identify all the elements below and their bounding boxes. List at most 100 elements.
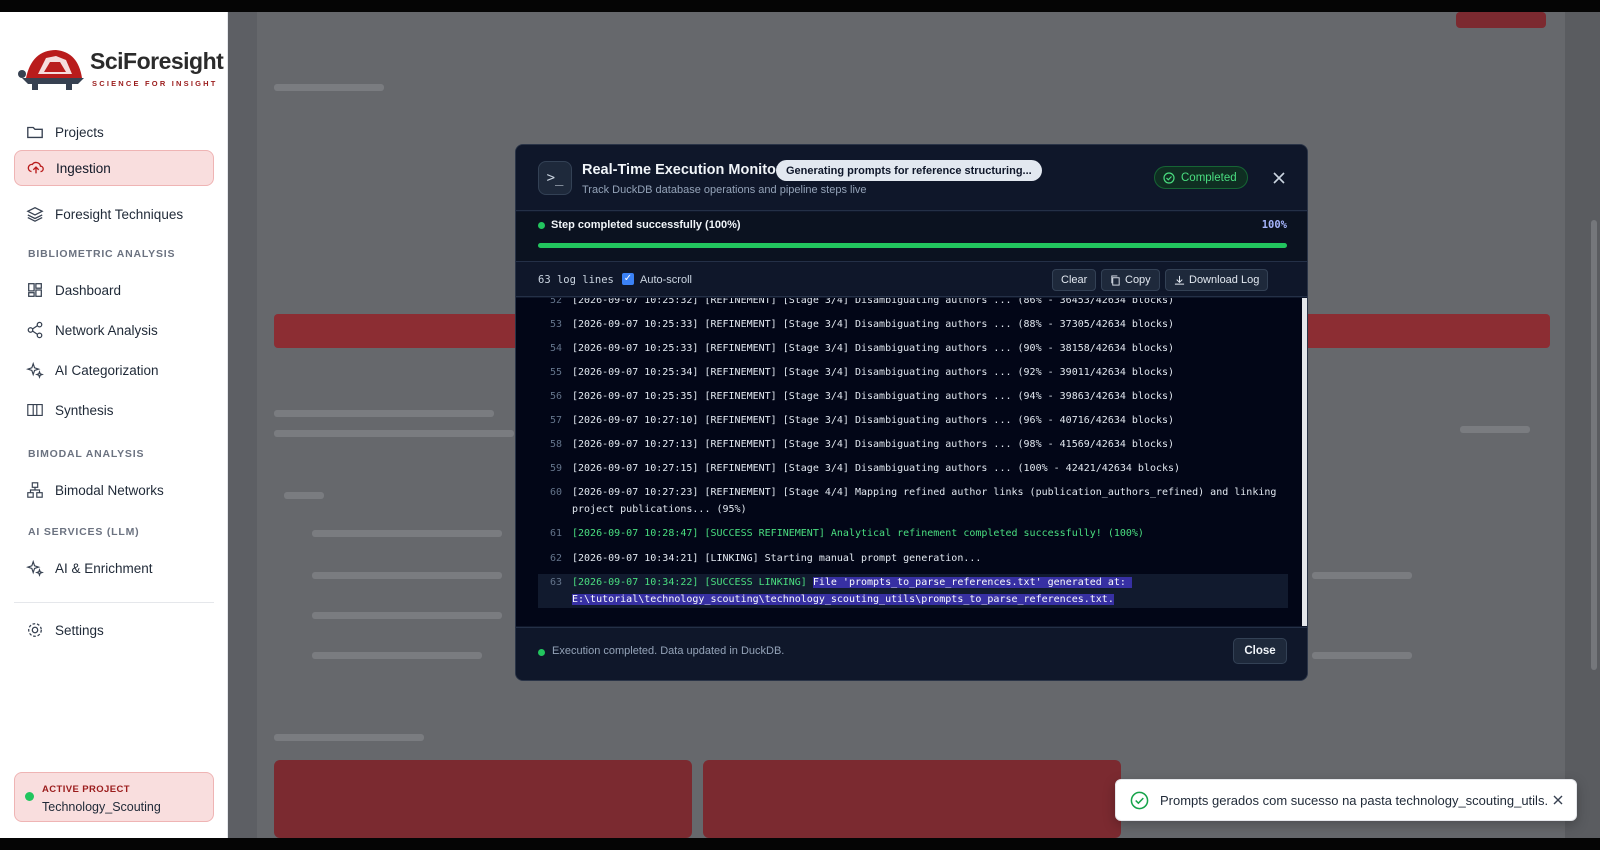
dimmed-text xyxy=(1312,652,1412,659)
toast-message: Prompts gerados com sucesso na pasta tec… xyxy=(1160,793,1549,808)
log-line-number: 57 xyxy=(549,415,562,426)
log-scrollbar[interactable] xyxy=(1302,298,1307,626)
progress-fill xyxy=(538,243,1287,248)
active-project-card[interactable]: ACTIVE PROJECT Technology_Scouting xyxy=(14,772,214,822)
network-icon xyxy=(27,482,43,498)
copy-button-label: Copy xyxy=(1125,274,1151,286)
close-icon[interactable] xyxy=(1270,169,1288,187)
sidebar-item-label: AI & Enrichment xyxy=(55,560,153,576)
check-circle-icon xyxy=(1163,171,1175,184)
share-nodes-icon xyxy=(27,321,43,339)
section-label-bibliometric: BIBLIOMETRIC ANALYSIS xyxy=(28,248,176,260)
sidebar-item-dashboard[interactable]: Dashboard xyxy=(14,272,214,308)
check-circle-icon xyxy=(1130,791,1149,810)
log-line-text: [2026-09-07 10:25:35] [REFINEMENT] [Stag… xyxy=(572,391,1175,402)
sidebar-item-bimodal-networks[interactable]: Bimodal Networks xyxy=(14,472,214,508)
log-line: 53 [2026-09-07 10:25:33] [REFINEMENT] [St… xyxy=(538,316,1288,333)
log-line: 63 [2026-09-07 10:34:22] [SUCCESS LINKING… xyxy=(538,574,1288,608)
download-log-button[interactable]: Download Log xyxy=(1165,269,1269,291)
log-line: 62 [2026-09-07 10:34:21] [LINKING] Starti… xyxy=(538,550,1288,567)
close-button[interactable]: Close xyxy=(1233,638,1287,664)
sidebar-item-label: AI Categorization xyxy=(55,362,159,378)
log-line-text: [2026-09-07 10:27:13] [REFINEMENT] [Stag… xyxy=(572,439,1175,450)
sidebar-item-ai-enrichment[interactable]: AI & Enrichment xyxy=(14,550,214,586)
log-line: 61 [2026-09-07 10:28:47] [SUCCESS REFINEM… xyxy=(538,525,1288,542)
log-line-text: [2026-09-07 10:28:47] [SUCCESS REFINEMEN… xyxy=(572,528,1144,539)
sidebar-item-ai-categorization[interactable]: AI Categorization xyxy=(14,352,214,388)
sidebar: SciForesight SCIENCE FOR INSIGHT Project… xyxy=(0,12,228,838)
dimmed-text xyxy=(274,410,494,417)
log-line: 60 [2026-09-07 10:27:23] [REFINEMENT] [St… xyxy=(538,484,1288,518)
dimmed-text xyxy=(274,734,424,741)
sidebar-item-label: Foresight Techniques xyxy=(55,206,184,222)
log-line-text: [2026-09-07 10:25:32] [REFINEMENT] [Stag… xyxy=(572,298,1175,306)
progress-percent: 100% xyxy=(1261,219,1287,231)
execution-monitor-modal: >_ Real-Time Execution Monitor Generatin… xyxy=(515,144,1308,681)
progress-label: Step completed successfully (100%) xyxy=(551,219,741,231)
window-top-bar xyxy=(0,0,1600,12)
log-line-number: 62 xyxy=(549,553,562,564)
log-line-number: 60 xyxy=(549,487,562,498)
status-badge: Completed xyxy=(1154,166,1248,189)
section-label-ai-services: AI SERVICES (LLM) xyxy=(28,526,140,538)
page-scrollbar[interactable] xyxy=(1591,220,1597,670)
autoscroll-checkbox[interactable]: ✓ xyxy=(622,273,634,285)
terminal-icon: >_ xyxy=(538,161,572,195)
log-line: 52 [2026-09-07 10:25:32] [REFINEMENT] [St… xyxy=(538,298,1288,309)
dimmed-text xyxy=(312,612,502,619)
sidebar-item-foresight-techniques[interactable]: Foresight Techniques xyxy=(14,196,214,232)
sidebar-item-ingestion[interactable]: Ingestion xyxy=(14,150,214,186)
success-toast: Prompts gerados com sucesso na pasta tec… xyxy=(1115,779,1577,821)
book-icon xyxy=(27,404,43,416)
sidebar-item-label: Ingestion xyxy=(56,160,111,176)
modal-subtitle: Track DuckDB database operations and pip… xyxy=(582,184,867,196)
progress-track xyxy=(538,243,1287,248)
gear-icon xyxy=(28,623,42,637)
sidebar-item-label: Projects xyxy=(55,124,104,140)
log-line-count: 63 log lines xyxy=(538,274,614,286)
dimmed-text xyxy=(1460,426,1530,433)
dimmed-stat-card xyxy=(274,760,692,838)
log-line-number: 55 xyxy=(549,367,562,378)
copy-icon xyxy=(1111,274,1120,286)
sidebar-item-label: Network Analysis xyxy=(55,322,158,338)
dimmed-header-button xyxy=(1456,12,1546,28)
log-line-number: 61 xyxy=(549,528,562,539)
clear-button[interactable]: Clear xyxy=(1052,269,1097,291)
log-line: 58 [2026-09-07 10:27:13] [REFINEMENT] [St… xyxy=(538,436,1288,453)
close-icon[interactable] xyxy=(1551,793,1565,807)
log-line: 54 [2026-09-07 10:25:33] [REFINEMENT] [St… xyxy=(538,340,1288,357)
sidebar-item-label: Bimodal Networks xyxy=(55,482,164,498)
clear-button-label: Clear xyxy=(1061,274,1088,286)
turtle-logo-icon xyxy=(18,50,84,90)
logo-title: SciForesight xyxy=(90,48,224,74)
log-line: 55 [2026-09-07 10:25:34] [REFINEMENT] [St… xyxy=(538,364,1288,381)
copy-button[interactable]: Copy xyxy=(1101,269,1160,291)
active-project-name: Technology_Scouting xyxy=(42,800,161,814)
sidebar-item-projects[interactable]: Projects xyxy=(14,114,214,150)
log-line-number: 63 xyxy=(549,577,562,588)
sparkles-icon xyxy=(26,361,44,379)
folder-icon xyxy=(27,126,43,139)
app-logo[interactable]: SciForesight SCIENCE FOR INSIGHT xyxy=(18,40,224,96)
dimmed-text xyxy=(274,84,384,91)
footer-status-dot xyxy=(538,649,545,656)
sidebar-item-label: Dashboard xyxy=(55,282,122,298)
current-step-pill: Generating prompts for reference structu… xyxy=(776,160,1042,181)
window-bottom-bar xyxy=(0,838,1600,850)
log-viewer[interactable]: 52 [2026-09-07 10:25:32] [REFINEMENT] [St… xyxy=(516,298,1307,626)
sidebar-item-synthesis[interactable]: Synthesis xyxy=(14,392,214,428)
log-line-number: 52 xyxy=(549,298,562,306)
download-icon xyxy=(1174,275,1185,285)
dimmed-text xyxy=(284,492,324,499)
sidebar-item-settings[interactable]: Settings xyxy=(14,612,214,648)
sidebar-item-label: Settings xyxy=(55,622,104,638)
log-line-number: 59 xyxy=(549,463,562,474)
log-line-text: [2026-09-07 10:34:22] [SUCCESS LINKING] … xyxy=(572,577,1132,605)
log-toolbar: 63 log lines ✓ Auto-scroll Clear Copy Do… xyxy=(516,263,1307,297)
layers-icon xyxy=(26,206,44,222)
log-line-text: [2026-09-07 10:25:33] [REFINEMENT] [Stag… xyxy=(572,343,1175,354)
grid-icon xyxy=(28,283,42,297)
autoscroll-label[interactable]: Auto-scroll xyxy=(640,274,692,286)
sidebar-item-network-analysis[interactable]: Network Analysis xyxy=(14,312,214,348)
